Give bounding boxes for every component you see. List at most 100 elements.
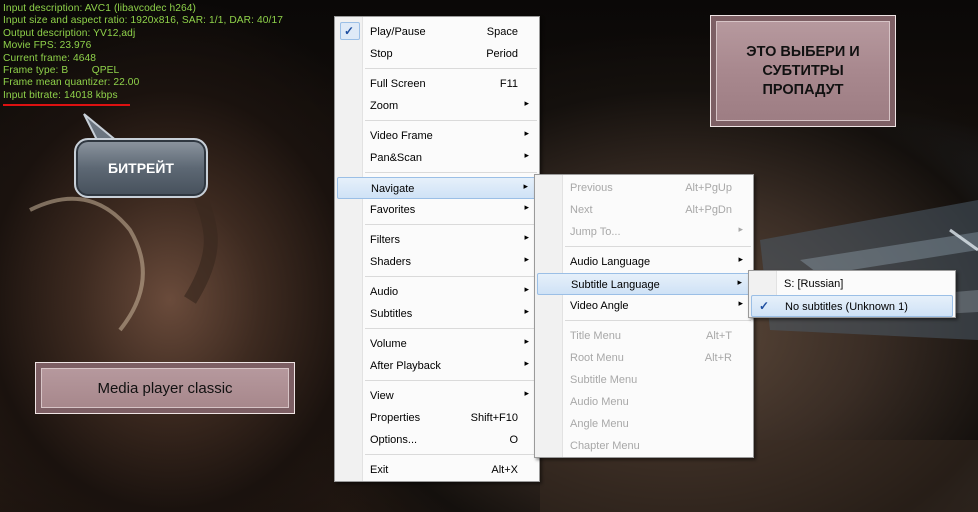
menu-item-view[interactable]: View ▸ [337, 385, 537, 407]
menu-item-audio-language[interactable]: Audio Language ▸ [537, 251, 751, 273]
menu-item-label: Subtitles [370, 308, 413, 320]
menu-item-shaders[interactable]: Shaders ▸ [337, 251, 537, 273]
menu-item-label: Audio Language [570, 256, 651, 268]
menu-item-label: Favorites [370, 204, 416, 216]
osd-line-current-frame: Current frame: 4648 [3, 52, 97, 64]
menu-separator [565, 246, 751, 247]
menu-item-filters[interactable]: Filters ▸ [337, 229, 537, 251]
submenu-arrow-icon: ▸ [738, 224, 743, 234]
menu-item-label: Next [570, 204, 593, 216]
menu-item-label: Stop [370, 48, 393, 60]
submenu-arrow-icon: ▸ [524, 358, 529, 368]
menu-item-full-screen[interactable]: Full Screen F11 [337, 73, 537, 95]
navigate-submenu: Previous Alt+PgUp Next Alt+PgDn Jump To.… [534, 174, 754, 458]
osd-stats: Input description: AVC1 (libavcodec h264… [3, 3, 283, 102]
menu-item-label: No subtitles (Unknown 1) [785, 301, 908, 313]
menu-separator [365, 120, 537, 121]
menu-item-subtitles[interactable]: Subtitles ▸ [337, 303, 537, 325]
menu-item-properties[interactable]: Properties Shift+F10 [337, 407, 537, 429]
osd-line-frame-type: Frame type: B QPEL [3, 65, 120, 77]
menu-item-label: After Playback [370, 360, 441, 372]
menu-item-label: S: [Russian] [784, 278, 844, 290]
menu-item-previous[interactable]: Previous Alt+PgUp [537, 177, 751, 199]
menu-item-play-pause[interactable]: ✓ Play/Pause Space [337, 21, 537, 43]
menu-item-label: Title Menu [570, 330, 621, 342]
menu-item-pan-scan[interactable]: Pan&Scan ▸ [337, 147, 537, 169]
bitrate-callout: БИТРЕЙТ [74, 138, 208, 198]
menu-item-title-menu[interactable]: Title Menu Alt+T [537, 325, 751, 347]
submenu-arrow-icon: ▸ [524, 128, 529, 138]
menu-item-audio[interactable]: Audio ▸ [337, 281, 537, 303]
subtitles-hint-line-2: СУБТИТРЫ [762, 62, 844, 79]
subtitles-hint-line-1: ЭТО ВЫБЕРИ И [746, 43, 860, 60]
menu-separator [365, 380, 537, 381]
menu-item-label: Jump To... [570, 226, 621, 238]
menu-item-jump-to[interactable]: Jump To... ▸ [537, 221, 751, 243]
bitrate-underline [3, 104, 130, 106]
menu-item-label: View [370, 390, 394, 402]
submenu-arrow-icon: ▸ [737, 277, 742, 287]
menu-item-label: Properties [370, 412, 421, 424]
menu-item-subtitle-language[interactable]: Subtitle Language ▸ [537, 273, 751, 295]
submenu-arrow-icon: ▸ [738, 254, 743, 264]
menu-separator [365, 172, 537, 173]
menu-item-no-subtitles[interactable]: ✓ No subtitles (Unknown 1) [751, 295, 953, 317]
submenu-arrow-icon: ▸ [738, 298, 743, 308]
menu-item-label: Navigate [371, 183, 415, 195]
menu-item-options[interactable]: Options... O [337, 429, 537, 451]
menu-item-shortcut: Alt+R [704, 352, 732, 364]
menu-item-label: Previous [570, 182, 613, 194]
subtitles-hint-line-3: ПРОПАДУТ [762, 81, 844, 98]
menu-item-label: Subtitle Menu [570, 374, 638, 386]
menu-item-label: Shaders [370, 256, 411, 268]
menu-item-next[interactable]: Next Alt+PgDn [537, 199, 751, 221]
submenu-arrow-icon: ▸ [524, 232, 529, 242]
menu-item-stop[interactable]: Stop Period [337, 43, 537, 65]
player-name-callout: Media player classic [35, 362, 295, 414]
menu-item-label: Root Menu [570, 352, 624, 364]
menu-item-label: Audio Menu [570, 396, 629, 408]
menu-item-after-playback[interactable]: After Playback ▸ [337, 355, 537, 377]
menu-item-label: Play/Pause [370, 26, 426, 38]
context-menu: ✓ Play/Pause Space Stop Period Full Scre… [334, 16, 540, 482]
menu-item-label: Zoom [370, 100, 399, 112]
bitrate-callout-text: БИТРЕЙТ [108, 160, 174, 176]
menu-item-volume[interactable]: Volume ▸ [337, 333, 537, 355]
menu-item-label: Video Frame [370, 130, 433, 142]
menu-item-chapter-menu[interactable]: Chapter Menu [537, 435, 751, 457]
menu-item-shortcut: Period [486, 48, 518, 60]
osd-line-input-size: Input size and aspect ratio: 1920x816, S… [3, 15, 283, 27]
menu-item-audio-menu[interactable]: Audio Menu [537, 391, 751, 413]
submenu-arrow-icon: ▸ [524, 284, 529, 294]
check-icon: ✓ [344, 24, 355, 38]
osd-line-frame-quantizer: Frame mean quantizer: 22.00 [3, 77, 140, 89]
check-icon: ✓ [759, 299, 770, 313]
menu-item-exit[interactable]: Exit Alt+X [337, 459, 537, 481]
submenu-arrow-icon: ▸ [524, 254, 529, 264]
osd-line-movie-fps: Movie FPS: 23.976 [3, 40, 92, 52]
menu-item-angle-menu[interactable]: Angle Menu [537, 413, 751, 435]
menu-item-shortcut: Shift+F10 [470, 412, 518, 424]
menu-item-subtitle-menu[interactable]: Subtitle Menu [537, 369, 751, 391]
submenu-arrow-icon: ▸ [524, 98, 529, 108]
menu-item-favorites[interactable]: Favorites ▸ [337, 199, 537, 221]
menu-item-shortcut: Alt+PgDn [685, 204, 732, 216]
menu-item-root-menu[interactable]: Root Menu Alt+R [537, 347, 751, 369]
menu-item-zoom[interactable]: Zoom ▸ [337, 95, 537, 117]
menu-item-label: Volume [370, 338, 407, 350]
submenu-arrow-icon: ▸ [524, 336, 529, 346]
menu-item-label: Subtitle Language [571, 279, 660, 291]
menu-item-label: Filters [370, 234, 400, 246]
menu-item-label: Full Screen [370, 78, 426, 90]
menu-item-subtitle-russian[interactable]: S: [Russian] [751, 273, 953, 295]
menu-item-video-frame[interactable]: Video Frame ▸ [337, 125, 537, 147]
menu-separator [365, 454, 537, 455]
menu-item-label: Exit [370, 464, 389, 476]
menu-item-shortcut: Alt+X [491, 464, 518, 476]
menu-item-navigate[interactable]: Navigate ▸ [337, 177, 537, 199]
player-name-text: Media player classic [97, 379, 233, 397]
subtitle-language-submenu: S: [Russian] ✓ No subtitles (Unknown 1) [748, 270, 956, 318]
osd-line-input-bitrate: Input bitrate: 14018 kbps [3, 89, 118, 101]
submenu-arrow-icon: ▸ [524, 388, 529, 398]
menu-item-video-angle[interactable]: Video Angle ▸ [537, 295, 751, 317]
